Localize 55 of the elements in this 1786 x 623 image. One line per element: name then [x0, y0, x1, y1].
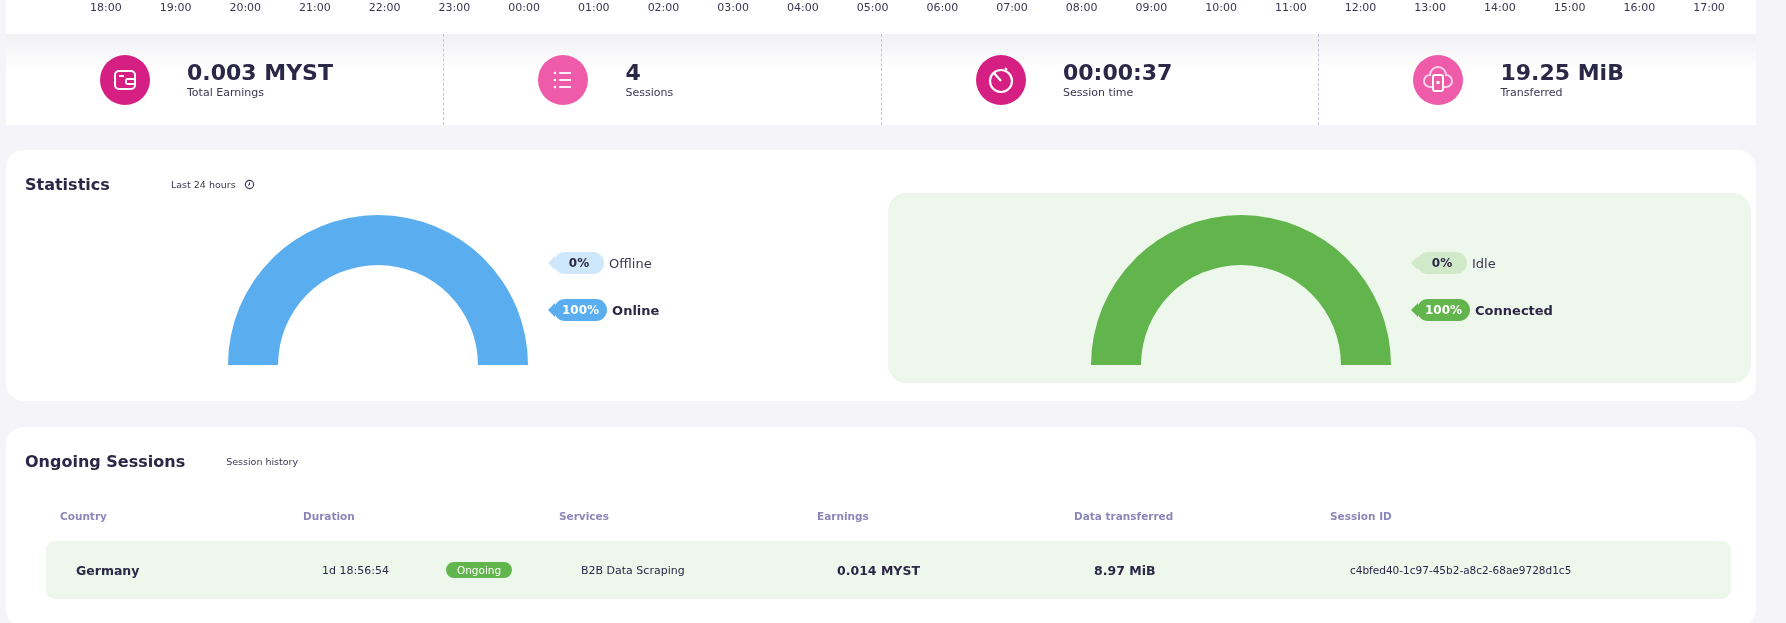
table-cell-text: B2B Data Scraping: [580, 563, 686, 577]
hour-label: 15:00: [1553, 0, 1586, 14]
hour-label: 20:00: [229, 0, 262, 14]
clock-icon[interactable]: [243, 178, 255, 190]
metric-label: Total Earnings: [187, 86, 265, 99]
hour-label: 22:00: [368, 0, 401, 14]
metric-value: 4: [625, 60, 642, 86]
hour-label: 18:00: [90, 0, 122, 14]
section-title: Ongoing Sessions: [25, 451, 186, 471]
legend-label: Connected: [1475, 302, 1553, 318]
hour-label: 19:00: [159, 0, 192, 14]
hour-label: 03:00: [717, 0, 750, 14]
metric-value: 19.25 MiB: [1500, 60, 1624, 86]
table-cell-text: Germany: [76, 562, 141, 578]
hour-label: 01:00: [577, 0, 610, 14]
hour-label: 04:00: [787, 0, 819, 14]
hour-label: 11:00: [1274, 0, 1307, 14]
hour-label: 06:00: [926, 0, 959, 14]
hour-label: 07:00: [996, 0, 1028, 14]
hour-label: 00:00: [508, 0, 540, 14]
hour-label: 02:00: [647, 0, 680, 14]
hour-label: 12:00: [1344, 0, 1377, 14]
hour-label: 14:00: [1484, 0, 1516, 14]
hour-label: 05:00: [856, 0, 889, 14]
section-title: Statistics: [25, 174, 111, 194]
hour-label: 17:00: [1693, 0, 1725, 14]
hour-label: 08:00: [1065, 0, 1098, 14]
session-row[interactable]: Germany 1d 18:56:54 Ongoing B2B Data Scraping 0.014 MYST 8.97 MiB c4bfed40-1c97-45b2-a8c2-68ae9728d1c5: [46, 541, 1731, 599]
column-header: Duration: [303, 510, 356, 522]
column-header: Earnings: [817, 510, 870, 522]
table-cell-text: c4bfed40-1c97-45b2-a8c2-68ae9728d1c5: [1349, 564, 1573, 576]
metric-value: 0.003 MYST: [187, 60, 333, 86]
status-badge: Ongoing: [445, 562, 513, 578]
column-header: Country: [60, 510, 108, 522]
hour-label: 16:00: [1623, 0, 1656, 14]
column-header: Services: [559, 510, 610, 522]
metric-label: Sessions: [625, 86, 674, 99]
hour-label: 10:00: [1205, 0, 1237, 14]
metric-label: Transferred: [1500, 86, 1564, 99]
legend-label: Online: [612, 302, 660, 318]
column-header: Data transferred: [1074, 510, 1175, 522]
metric-value: 00:00:37: [1063, 60, 1173, 86]
legend-label: Offline: [609, 255, 652, 271]
table-cell-text: 8.97 MiB: [1093, 562, 1157, 578]
hour-label: 13:00: [1414, 0, 1447, 14]
hour-label: 23:00: [438, 0, 471, 14]
metric-label: Session time: [1063, 86, 1135, 99]
hour-label: 09:00: [1135, 0, 1168, 14]
table-cell: 1d 18:56:54: [322, 563, 389, 577]
hour-label: 21:00: [299, 0, 331, 14]
table-cell-text: 0.014 MYST: [836, 562, 921, 578]
column-header: Session ID: [1330, 510, 1393, 522]
period-label: Last 24 hours: [171, 178, 236, 190]
legend-label: Idle: [1472, 255, 1496, 271]
session-history-link[interactable]: Session history: [226, 455, 299, 467]
